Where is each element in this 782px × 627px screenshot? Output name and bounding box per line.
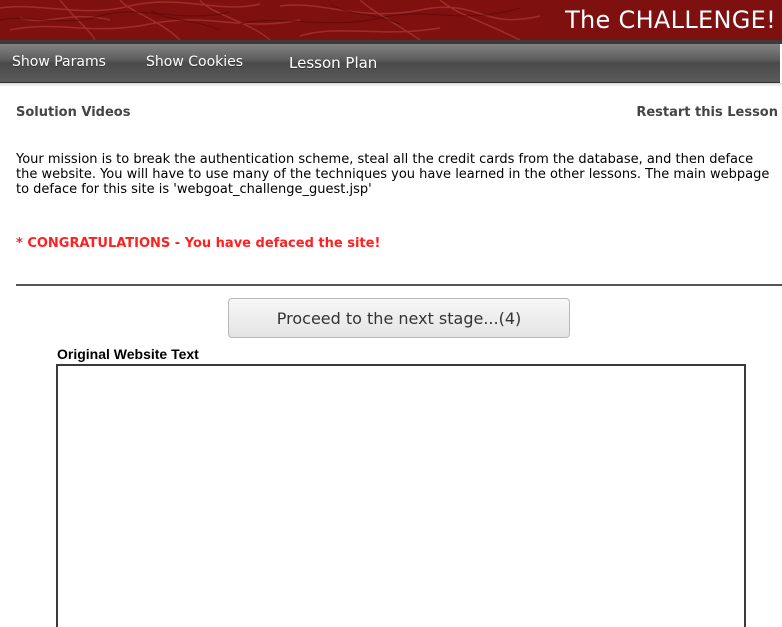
- solution-videos-link[interactable]: Solution Videos: [16, 105, 130, 120]
- page: The CHALLENGE! Show Params Show Cookies …: [0, 0, 782, 627]
- divider: [16, 284, 782, 286]
- nav-lesson-plan[interactable]: Lesson Plan: [289, 54, 377, 72]
- header-banner: The CHALLENGE!: [0, 0, 782, 40]
- nav-show-cookies[interactable]: Show Cookies: [146, 54, 243, 70]
- proceed-next-stage-button[interactable]: Proceed to the next stage...(4): [228, 298, 570, 338]
- nav-show-params[interactable]: Show Params: [12, 54, 106, 70]
- original-website-text-area[interactable]: [56, 364, 746, 627]
- nav-bar: [0, 40, 780, 83]
- restart-lesson-link[interactable]: Restart this Lesson: [636, 105, 778, 120]
- banner-title: The CHALLENGE!: [565, 6, 776, 34]
- original-website-text-label: Original Website Text: [57, 346, 199, 362]
- congratulations-message: * CONGRATULATIONS - You have defaced the…: [16, 236, 381, 251]
- nav-top-strip: [0, 40, 782, 44]
- mission-description: Your mission is to break the authenticat…: [16, 152, 770, 197]
- nav-shadow: [0, 83, 782, 87]
